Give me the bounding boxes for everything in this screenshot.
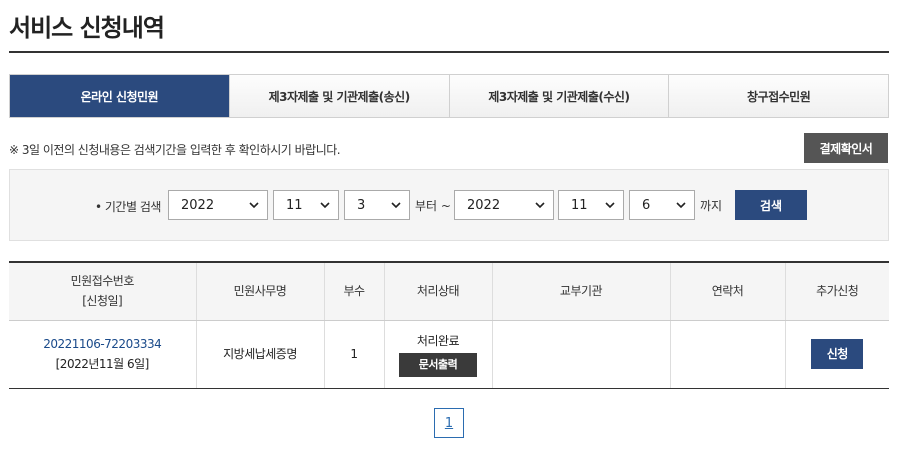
payment-receipt-button[interactable]: 결제확인서 xyxy=(804,133,888,163)
title-divider xyxy=(9,51,889,53)
to-year-value: 2022 xyxy=(467,197,501,213)
header-issuing-org: 교부기관 xyxy=(491,261,670,321)
header-receipt-no: 민원접수번호 [신청일] xyxy=(9,261,196,321)
header-copies: 부수 xyxy=(323,261,384,321)
apply-button[interactable]: 신청 xyxy=(811,339,864,369)
cell-contact xyxy=(669,320,785,389)
receipt-no-link[interactable]: 20221106-72203334 xyxy=(9,334,196,354)
from-suffix-text: 부터 ~ xyxy=(415,199,451,213)
from-day-value: 3 xyxy=(357,197,366,213)
chevron-down-icon xyxy=(320,202,330,209)
to-year-select[interactable]: 2022 xyxy=(454,190,554,220)
chevron-down-icon xyxy=(535,202,545,209)
chevron-down-icon xyxy=(391,202,401,209)
chevron-down-icon xyxy=(605,202,615,209)
from-year-value: 2022 xyxy=(181,197,215,213)
from-month-select[interactable]: 11 xyxy=(273,190,339,220)
request-date-text: [2022년11월 6일] xyxy=(55,357,150,371)
header-status: 처리상태 xyxy=(383,261,492,321)
tab-counter-requests[interactable]: 창구접수민원 xyxy=(668,75,888,117)
from-year-select[interactable]: 2022 xyxy=(168,190,268,220)
header-service-name: 민원사무명 xyxy=(195,261,324,321)
page-title: 서비스 신청내역 xyxy=(9,14,165,42)
notice-text: ※ 3일 이전의 신청내용은 검색기간을 입력한 후 확인하시기 바랍니다. xyxy=(9,143,341,157)
cell-receipt-no: 20221106-72203334 [2022년11월 6일] xyxy=(9,320,196,389)
status-text: 처리완료 xyxy=(416,334,460,348)
chevron-down-icon xyxy=(249,202,259,209)
chevron-down-icon xyxy=(676,202,686,209)
request-table: 민원접수번호 [신청일] 민원사무명 부수 처리상태 교부기관 연락처 추가신청… xyxy=(9,261,889,389)
search-button[interactable]: 검색 xyxy=(735,190,807,220)
header-additional: 추가신청 xyxy=(784,261,889,321)
cell-service-name: 지방세납세증명 xyxy=(195,320,324,389)
to-day-select[interactable]: 6 xyxy=(629,190,695,220)
cell-copies: 1 xyxy=(323,320,384,389)
cell-status: 처리완료 문서출력 xyxy=(383,320,492,389)
pagination-page-1[interactable]: 1 xyxy=(434,408,464,438)
tab-third-party-received[interactable]: 제3자제출 및 기관제출(수신) xyxy=(448,75,669,117)
to-month-value: 11 xyxy=(571,197,588,213)
header-contact: 연락처 xyxy=(669,261,785,321)
tab-bar: 온라인 신청민원 제3자제출 및 기관제출(송신) 제3자제출 및 기관제출(수… xyxy=(9,74,889,118)
search-panel: • 기간별 검색 2022 11 3 부터 ~ 2022 11 6 까지 검색 xyxy=(9,169,889,241)
cell-additional: 신청 xyxy=(784,320,889,389)
search-period-label: • 기간별 검색 xyxy=(95,200,161,214)
from-month-value: 11 xyxy=(286,197,303,213)
table-header-row: 민원접수번호 [신청일] 민원사무명 부수 처리상태 교부기관 연락처 추가신청 xyxy=(9,261,889,321)
table-row: 20221106-72203334 [2022년11월 6일] 지방세납세증명 … xyxy=(9,320,889,389)
to-month-select[interactable]: 11 xyxy=(558,190,624,220)
print-document-button[interactable]: 문서출력 xyxy=(399,353,477,377)
header-request-date-label: [신청일] xyxy=(82,294,123,309)
to-suffix-text: 까지 xyxy=(700,199,723,213)
header-receipt-no-label: 민원접수번호 xyxy=(70,274,135,289)
cell-issuing-org xyxy=(491,320,670,389)
from-day-select[interactable]: 3 xyxy=(344,190,410,220)
tab-online-requests[interactable]: 온라인 신청민원 xyxy=(10,75,229,117)
tab-third-party-sent[interactable]: 제3자제출 및 기관제출(송신) xyxy=(228,75,449,117)
to-day-value: 6 xyxy=(642,197,651,213)
